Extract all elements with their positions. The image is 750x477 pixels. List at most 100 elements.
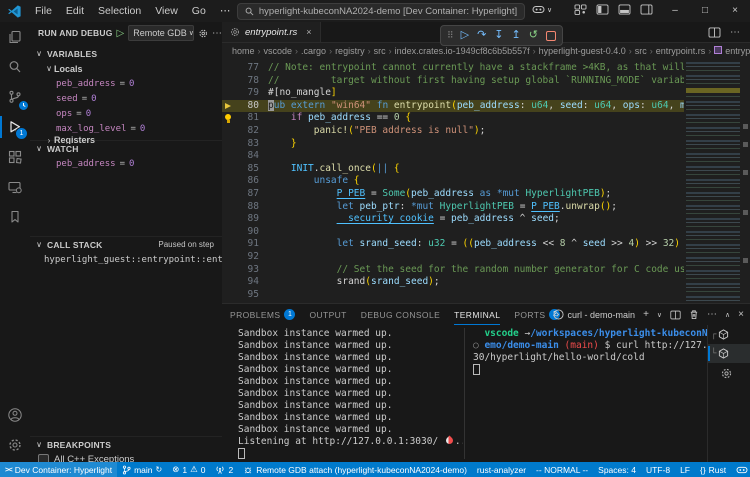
panel-tab-problems[interactable]: PROBLEMS 1 xyxy=(230,304,296,325)
code-line-80[interactable]: 80 pub extern "win64" fn entrypoint(peb_a… xyxy=(222,99,684,113)
line-number[interactable]: 87 xyxy=(235,188,268,201)
indentation-item[interactable]: Spaces: 4 xyxy=(593,465,641,475)
line-number[interactable]: 84 xyxy=(235,150,268,163)
editor-scrollbar[interactable] xyxy=(740,62,750,303)
step-into-icon[interactable]: ↧ xyxy=(494,30,503,41)
bookmarks-icon[interactable] xyxy=(0,202,30,232)
line-number[interactable]: 78 xyxy=(235,75,268,88)
breadcrumb-item[interactable]: index.crates.io-1949cf8c6b5b557f xyxy=(395,46,530,56)
breadcrumb-item[interactable]: vscode xyxy=(264,46,293,56)
maximize-button[interactable]: □ xyxy=(690,0,720,22)
line-number[interactable]: 88 xyxy=(235,201,268,214)
line-number[interactable]: 93 xyxy=(235,264,268,277)
problems-item[interactable]: ⊗ 1 ⚠ 0 xyxy=(167,464,210,475)
code-line-83[interactable]: 83} xyxy=(222,138,684,151)
panel-tab-terminal[interactable]: TERMINAL xyxy=(454,304,500,325)
code-line-94[interactable]: 94 srand(srand_seed); xyxy=(222,276,684,289)
line-number[interactable]: 90 xyxy=(235,226,268,239)
line-number[interactable]: 86 xyxy=(235,175,268,188)
code-line-77[interactable]: 77// Note: entrypoint cannot currently h… xyxy=(222,62,684,75)
accounts-icon[interactable] xyxy=(0,400,30,430)
breadcrumb-item[interactable]: entrypoint.rs xyxy=(656,46,706,56)
close-panel-icon[interactable]: × xyxy=(738,309,744,320)
split-editor-icon[interactable] xyxy=(708,26,721,38)
maximize-panel-icon[interactable]: ∧ xyxy=(725,311,730,319)
toggle-panel-icon[interactable] xyxy=(618,4,631,15)
split-terminal-icon[interactable] xyxy=(670,310,681,320)
lightbulb-icon[interactable] xyxy=(222,112,235,125)
code-line-89[interactable]: 89 __security_cookie = peb_address ^ seed… xyxy=(222,213,684,226)
terminal-launch-gear-icon[interactable] xyxy=(720,367,733,380)
breadcrumb-item[interactable]: registry xyxy=(335,46,365,56)
menu-edit[interactable]: Edit xyxy=(59,5,91,17)
breadcrumb-item[interactable]: entrypoint xyxy=(714,46,750,56)
close-button[interactable]: × xyxy=(720,0,750,22)
line-number[interactable]: 95 xyxy=(235,289,268,302)
breadcrumb-item[interactable]: hyperlight-guest-0.4.0 xyxy=(539,46,626,56)
customize-layout-icon[interactable] xyxy=(574,4,587,15)
source-control-icon[interactable] xyxy=(0,82,30,112)
toggle-sidebar-icon[interactable] xyxy=(596,4,609,15)
menu-go[interactable]: Go xyxy=(185,5,213,17)
breakpoint-checkbox[interactable] xyxy=(38,454,49,462)
code-line-87[interactable]: 87 P_PEB = Some(peb_address as *mut Hyper… xyxy=(222,188,684,201)
vim-mode-item[interactable]: -- NORMAL -- xyxy=(531,465,593,475)
debug-session-item[interactable]: Remote GDB attach (hyperlight-kubeconNA2… xyxy=(238,465,472,475)
terminal-tab-demo-main[interactable]: └ xyxy=(708,344,750,363)
remote-explorer-icon[interactable] xyxy=(0,172,30,202)
explorer-icon[interactable] xyxy=(0,22,30,52)
watch-expression-row[interactable]: peb_address = 0 xyxy=(30,156,222,171)
line-number[interactable]: 79 xyxy=(235,87,268,100)
minimap[interactable] xyxy=(686,62,740,303)
sidebar-more-icon[interactable]: ⋯ xyxy=(212,28,222,39)
restart-icon[interactable]: ↺ xyxy=(529,30,538,41)
remote-indicator[interactable]: >< Dev Container: Hyperlight xyxy=(0,462,118,477)
terminal-dropdown-icon[interactable]: ∨ xyxy=(657,311,662,319)
code-line-88[interactable]: 88 let peb_ptr: *mut HyperlightPEB = P_PE… xyxy=(222,201,684,214)
search-icon[interactable] xyxy=(0,52,30,82)
menu-selection[interactable]: Selection xyxy=(91,5,148,17)
code-area[interactable]: 77// Note: entrypoint cannot currently h… xyxy=(222,62,684,303)
step-out-icon[interactable]: ↥ xyxy=(512,30,521,41)
code-line-81[interactable]: 81 if peb_address == 0 { xyxy=(222,112,684,125)
local-variable-row[interactable]: ops = 0 xyxy=(30,106,222,121)
stop-icon[interactable] xyxy=(545,30,556,41)
breakpoints-header[interactable]: ∨ BREAKPOINTS xyxy=(30,436,222,452)
panel-tab-output[interactable]: OUTPUT xyxy=(309,304,346,325)
lang-server-item[interactable]: rust-analyzer xyxy=(472,465,531,475)
start-debug-icon[interactable]: ▷ xyxy=(117,28,125,39)
language-mode-item[interactable]: {} Rust xyxy=(695,465,731,475)
command-center-search[interactable]: hyperlight-kubeconNA2024-demo [Dev Conta… xyxy=(237,3,525,20)
code-line-78[interactable]: 78// target without first having setup g… xyxy=(222,75,684,88)
breadcrumb-item[interactable]: home xyxy=(232,46,255,56)
local-variable-row[interactable]: max_log_level = 0 xyxy=(30,121,222,136)
line-number[interactable]: 91 xyxy=(235,238,268,251)
run-and-debug-icon[interactable]: 1 xyxy=(0,112,30,142)
step-over-icon[interactable]: ↷ xyxy=(477,30,486,41)
breakpoint-item[interactable]: All C++ Exceptions xyxy=(30,452,222,462)
line-number[interactable]: 77 xyxy=(235,62,268,75)
code-line-84[interactable]: 84 xyxy=(222,150,684,163)
locals-group[interactable]: ∨ Locals xyxy=(30,61,222,76)
line-number[interactable]: 80 xyxy=(235,100,268,113)
menu-view[interactable]: View xyxy=(148,5,185,17)
tab-close-icon[interactable]: × xyxy=(306,27,311,37)
toolbar-grip-icon[interactable]: ⠿ xyxy=(447,30,454,41)
debug-settings-gear-icon[interactable] xyxy=(198,28,208,39)
line-number[interactable]: 81 xyxy=(235,112,268,125)
debug-config-dropdown[interactable]: Remote GDB ∨ xyxy=(128,25,194,41)
toggle-secondary-sidebar-icon[interactable] xyxy=(640,4,653,15)
line-number[interactable]: 89 xyxy=(235,213,268,226)
code-line-95[interactable]: 95 xyxy=(222,289,684,302)
breadcrumb-item[interactable]: src xyxy=(374,46,386,56)
line-number[interactable]: 82 xyxy=(235,125,268,138)
menu-file[interactable]: File xyxy=(28,5,59,17)
minimize-button[interactable]: – xyxy=(660,0,690,22)
eol-item[interactable]: LF xyxy=(675,465,695,475)
code-line-82[interactable]: 82 panic!("PEB address is null"); xyxy=(222,125,684,138)
copilot-menu[interactable]: ∨ xyxy=(532,4,552,15)
code-line-91[interactable]: 91 let srand_seed: u32 = ((peb_address <<… xyxy=(222,238,684,251)
continue-icon[interactable]: ▷ xyxy=(461,30,469,41)
code-line-86[interactable]: 86 unsafe { xyxy=(222,175,684,188)
menu-more[interactable]: ⋯ xyxy=(213,0,238,22)
